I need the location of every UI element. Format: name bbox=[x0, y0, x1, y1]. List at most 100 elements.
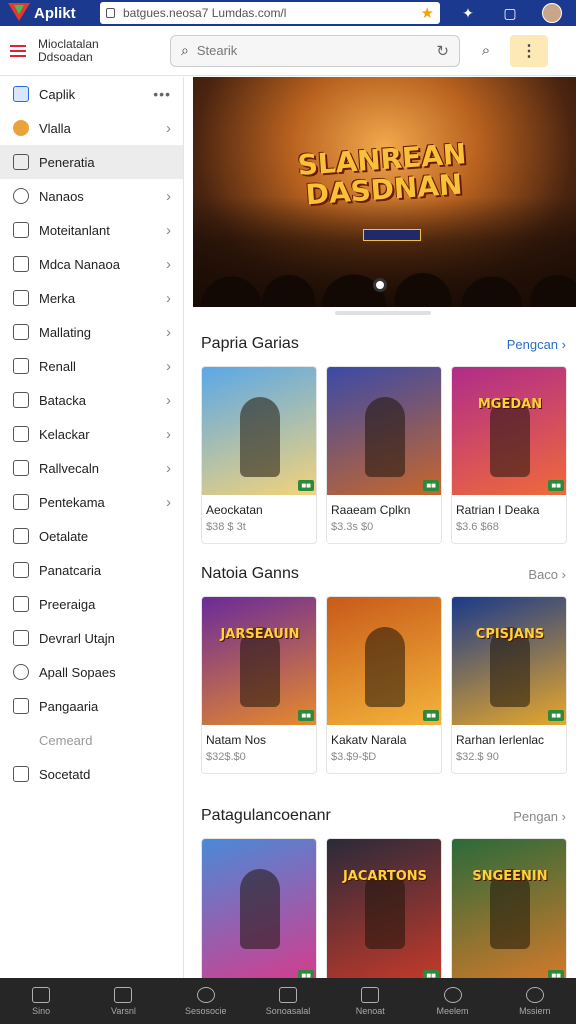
bottom-nav-item[interactable]: Varsnl bbox=[82, 978, 164, 1024]
tab-icon[interactable]: ▢ bbox=[496, 2, 524, 24]
rating-badge-icon: ■■ bbox=[298, 970, 314, 978]
game-title: Rarhan Ierlenlac bbox=[456, 733, 545, 747]
box-icon bbox=[13, 392, 29, 408]
bottom-nav-label: Sino bbox=[32, 1005, 51, 1016]
more-dots-icon[interactable]: ••• bbox=[153, 86, 171, 102]
sidebar-item[interactable]: Pentekama › bbox=[0, 485, 183, 519]
card-row: ■■ Aeockatan $38 $ 3t ■■ Raaeam Cplkn $3.3s $… bbox=[193, 366, 576, 544]
app-icon bbox=[13, 86, 29, 102]
game-card[interactable]: ■■ bbox=[201, 838, 317, 978]
bag-icon bbox=[361, 986, 380, 1003]
star-icon[interactable]: ★ bbox=[421, 4, 434, 22]
sidebar-item-label: Merka bbox=[39, 290, 76, 306]
bottom-nav-item[interactable]: Sesosocie bbox=[165, 978, 247, 1024]
sidebar-item-label: Panatcaria bbox=[39, 562, 102, 578]
character-figure bbox=[365, 627, 405, 707]
sidebar-item[interactable]: Preeraiga bbox=[0, 587, 183, 621]
game-card[interactable]: JARSEAUIN ■■ Natam Nos $32$.$0 bbox=[201, 596, 317, 774]
sidebar-item[interactable]: Peneratia bbox=[0, 145, 183, 179]
sidebar-item[interactable]: Panatcaria bbox=[0, 553, 183, 587]
sidebar-item[interactable]: Kelackar › bbox=[0, 417, 183, 451]
game-cover-image: SNGEENIN ■■ bbox=[452, 839, 566, 978]
game-section: Papria Garias Pengcan › ■■ Aeockatan $38 $ 3… bbox=[193, 332, 576, 544]
bottom-nav-item[interactable]: Nenoat bbox=[329, 978, 411, 1024]
sidebar-item[interactable]: Nanaos › bbox=[0, 179, 183, 213]
sidebar-item[interactable]: Mallating › bbox=[0, 315, 183, 349]
sidebar-item[interactable]: Caplik ••• bbox=[0, 77, 183, 111]
refresh-icon[interactable]: ↻ bbox=[436, 42, 449, 60]
search-button[interactable]: ⌕ bbox=[470, 35, 502, 67]
chevron-right-icon: › bbox=[166, 425, 171, 443]
sidebar-item[interactable]: Pangaaria bbox=[0, 689, 183, 723]
sidebar-item[interactable]: Batacka › bbox=[0, 383, 183, 417]
pencil-icon bbox=[13, 630, 29, 646]
chevron-right-icon: › bbox=[166, 357, 171, 375]
game-card[interactable]: SNGEENIN ■■ bbox=[451, 838, 567, 978]
sidebar-item[interactable]: Renall › bbox=[0, 349, 183, 383]
sidebar-item[interactable]: Rallvecaln › bbox=[0, 451, 183, 485]
rating-badge-icon: ■■ bbox=[423, 970, 439, 978]
sidebar-item[interactable]: Merka › bbox=[0, 281, 183, 315]
bottom-nav-item[interactable]: Meelem bbox=[411, 978, 493, 1024]
bottom-nav-item[interactable]: Mssiern bbox=[494, 978, 576, 1024]
sidebar: Caplik ••• Vlalla › Peneratia Nanaos › Moteitan… bbox=[0, 77, 184, 978]
menu-icon[interactable] bbox=[10, 44, 26, 57]
carousel-indicator[interactable] bbox=[335, 311, 431, 315]
profile-icon[interactable] bbox=[542, 3, 562, 23]
sidebar-item-label: Mdca Nanaoa bbox=[39, 256, 120, 272]
sidebar-item[interactable]: Socetatd bbox=[0, 757, 183, 791]
brand-name: Aplikt bbox=[34, 4, 76, 22]
rating-badge-icon: ■■ bbox=[298, 710, 314, 721]
game-card[interactable]: MGEDAN ■■ Ratrian I Deaka $3.6 $68 bbox=[451, 366, 567, 544]
url-text: batgues.neosa7 Lumdas.com/l bbox=[123, 6, 287, 20]
chevron-right-icon: › bbox=[166, 323, 171, 341]
hero-banner[interactable]: SLANREAN DASDNAN bbox=[193, 77, 576, 307]
search-bar[interactable]: ⌕ ↻ bbox=[170, 34, 460, 67]
sidebar-item-label: Caplik bbox=[39, 86, 76, 102]
section-title: Natoia Ganns bbox=[201, 565, 299, 582]
cover-title: JACARTONS bbox=[342, 869, 428, 884]
search-input[interactable] bbox=[196, 43, 437, 58]
sidebar-item-label: Moteitanlant bbox=[39, 222, 110, 238]
sidebar-item[interactable]: Vlalla › bbox=[0, 111, 183, 145]
sidebar-item-label: Renall bbox=[39, 358, 76, 374]
cover-title: MGEDAN bbox=[477, 397, 543, 412]
cover-title: CPISJANS bbox=[475, 627, 545, 642]
game-cover-image: ■■ bbox=[202, 367, 316, 495]
sidebar-item[interactable]: Devrarl Utajn bbox=[0, 621, 183, 655]
extension-icon[interactable]: ✦ bbox=[454, 2, 482, 24]
game-card[interactable]: ■■ Raaeam Cplkn $3.3s $0 bbox=[326, 366, 442, 544]
game-card[interactable]: ■■ Aeockatan $38 $ 3t bbox=[201, 366, 317, 544]
sidebar-item[interactable]: Oetalate bbox=[0, 519, 183, 553]
sidebar-item[interactable]: Moteitanlant › bbox=[0, 213, 183, 247]
address-bar[interactable]: batgues.neosa7 Lumdas.com/l ★ bbox=[100, 2, 440, 24]
game-card[interactable]: ■■ Kakatv Narala $3.$9-$D bbox=[326, 596, 442, 774]
section-link-label: Pengan bbox=[513, 808, 559, 824]
section-see-all-link[interactable]: Pengan › bbox=[513, 809, 566, 824]
sidebar-item-label: Kelackar bbox=[39, 426, 90, 442]
bottom-nav-item[interactable]: Sonoasalal bbox=[247, 978, 329, 1024]
bottom-nav-label: Sesosocie bbox=[184, 1005, 227, 1016]
rating-badge-icon: ■■ bbox=[423, 480, 439, 491]
image-icon bbox=[13, 222, 29, 238]
section-see-all-link[interactable]: Baco › bbox=[528, 567, 566, 582]
chevron-right-icon: › bbox=[558, 808, 566, 824]
bars-icon bbox=[114, 986, 133, 1003]
store-icon bbox=[278, 986, 297, 1003]
sidebar-item[interactable]: Cemeard bbox=[0, 723, 183, 757]
game-price: $3.$9-$D bbox=[331, 751, 377, 763]
sidebar-item[interactable]: Apall Sopaes bbox=[0, 655, 183, 689]
more-menu-button[interactable]: ⋮ bbox=[510, 34, 548, 67]
hero-badge bbox=[363, 229, 421, 241]
game-card[interactable]: JACARTONS ■■ bbox=[326, 838, 442, 978]
game-card[interactable]: CPISJANS ■■ Rarhan Ierlenlac $32.$ 90 bbox=[451, 596, 567, 774]
bottom-nav-item[interactable]: Sino bbox=[0, 978, 82, 1024]
dot-icon bbox=[13, 766, 29, 782]
chevron-right-icon: › bbox=[166, 221, 171, 239]
sidebar-item-label: Nanaos bbox=[39, 188, 84, 204]
sidebar-item[interactable]: Mdca Nanaoa › bbox=[0, 247, 183, 281]
chevron-right-icon: › bbox=[166, 289, 171, 307]
section-see-all-link[interactable]: Pengcan › bbox=[507, 337, 566, 352]
brand[interactable]: Aplikt bbox=[0, 3, 100, 23]
play-icon[interactable] bbox=[373, 278, 387, 292]
